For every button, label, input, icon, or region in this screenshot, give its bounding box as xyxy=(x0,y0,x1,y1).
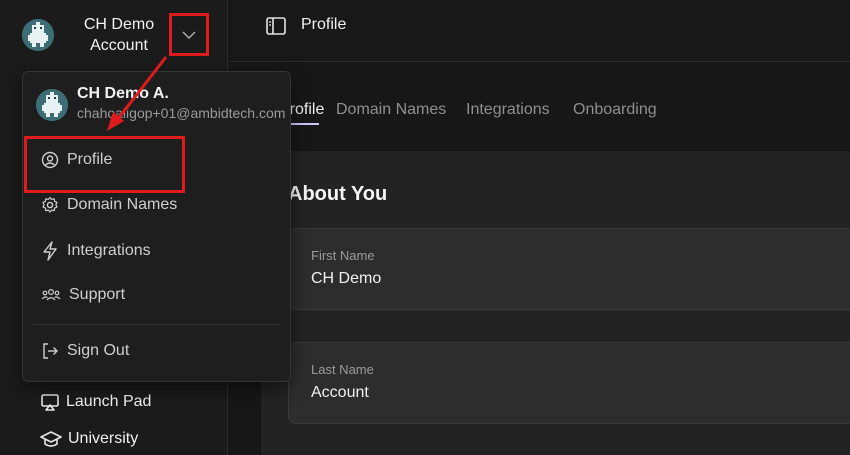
menu-item-label: Domain Names xyxy=(67,196,178,213)
lightning-icon xyxy=(43,241,57,261)
tab-domain-names[interactable]: Domain Names xyxy=(336,101,446,119)
last-name-field[interactable]: Last Name Account xyxy=(288,342,850,424)
tab-onboarding[interactable]: Onboarding xyxy=(573,101,657,119)
active-tab-indicator xyxy=(291,123,319,125)
menu-user-name: CH Demo A. xyxy=(77,85,169,102)
annotation-highlight-box xyxy=(24,136,185,193)
account-name[interactable]: CH Demo Account xyxy=(70,14,168,56)
account-menu-toggle-button[interactable] xyxy=(169,13,209,56)
field-value[interactable]: CH Demo xyxy=(311,270,381,288)
page-title: Profile xyxy=(301,16,347,33)
sidebar-item-label: Launch Pad xyxy=(66,393,152,410)
sidebar-item-launch-pad[interactable]: Launch Pad xyxy=(40,392,151,412)
menu-item-label: Integrations xyxy=(67,242,151,259)
field-label: Last Name xyxy=(311,362,374,377)
menu-item-support[interactable]: Support xyxy=(41,286,125,304)
avatar xyxy=(36,89,68,121)
gear-icon xyxy=(42,196,58,213)
account-header[interactable]: CH Demo Account xyxy=(0,0,228,72)
sign-out-icon xyxy=(43,343,58,359)
robot-avatar-icon xyxy=(36,89,68,121)
graduation-cap-icon xyxy=(40,431,62,447)
sidebar-item-label: University xyxy=(68,430,139,447)
menu-item-sign-out[interactable]: Sign Out xyxy=(41,342,129,360)
topbar: Profile xyxy=(229,0,850,62)
avatar[interactable] xyxy=(22,19,54,51)
account-name-line1: CH Demo xyxy=(83,16,155,33)
tab-bar: Profile Domain Names Integrations Onboar… xyxy=(229,97,850,127)
sidebar-item-university[interactable]: University xyxy=(40,429,138,449)
robot-avatar-icon xyxy=(22,19,54,51)
field-label: First Name xyxy=(311,248,375,263)
menu-item-label: Sign Out xyxy=(67,342,130,359)
field-value[interactable]: Account xyxy=(311,384,369,402)
menu-item-domain-names[interactable]: Domain Names xyxy=(41,196,177,214)
account-dropdown-menu: CH Demo A. chahoaligop+01@ambidtech.com … xyxy=(22,71,291,382)
menu-item-label: Support xyxy=(69,286,126,303)
users-icon xyxy=(41,288,61,301)
menu-item-integrations[interactable]: Integrations xyxy=(41,241,151,261)
first-name-field[interactable]: First Name CH Demo xyxy=(288,228,850,310)
airplay-icon xyxy=(41,394,59,411)
menu-user-email: chahoaligop+01@ambidtech.com xyxy=(77,105,286,121)
account-name-line2: Account xyxy=(90,37,148,54)
chevron-down-icon xyxy=(182,30,196,39)
tab-integrations[interactable]: Integrations xyxy=(466,101,550,119)
sidebar-panel-icon[interactable] xyxy=(266,17,286,35)
menu-divider xyxy=(33,324,280,325)
section-title: About You xyxy=(288,183,388,205)
